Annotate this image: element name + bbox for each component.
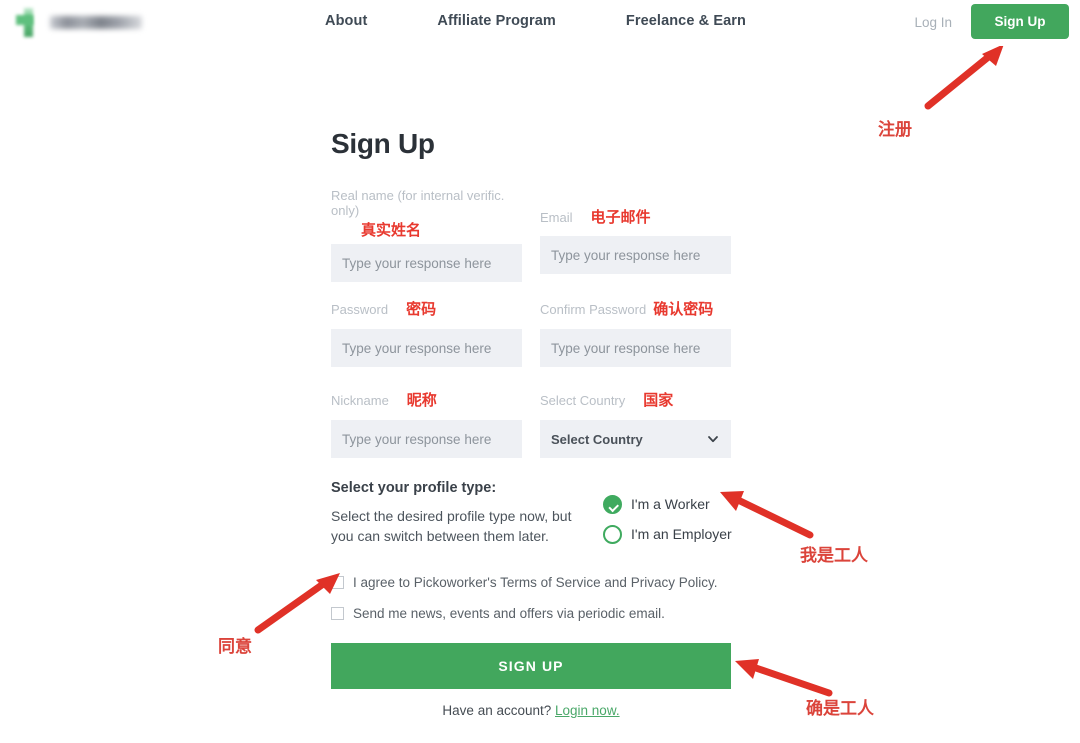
- email-label: Email: [540, 210, 573, 225]
- chevron-down-icon: [708, 436, 718, 443]
- site-header: About Affiliate Program Freelance & Earn…: [0, 0, 1080, 46]
- logo-wordmark-blurred: [50, 16, 142, 29]
- signup-button-top[interactable]: Sign Up: [971, 4, 1069, 39]
- nickname-label: Nickname: [331, 393, 389, 408]
- confirm-password-input[interactable]: [540, 329, 731, 367]
- profile-type-radio-group: I'm a Worker I'm an Employer: [603, 489, 732, 549]
- country-annotation-cn: 国家: [643, 391, 674, 409]
- form-row-3: Nickname 昵称 Select Country 国家 Select Cou…: [331, 389, 731, 464]
- logo-mark-icon: [14, 8, 44, 38]
- nickname-input[interactable]: [331, 420, 522, 458]
- terms-checkbox-label: I agree to Pickoworker's Terms of Servic…: [353, 574, 718, 590]
- field-real-name: Real name (for internal verific. only) 真…: [331, 188, 522, 282]
- real-name-annotation-cn: 真实姓名: [361, 221, 422, 239]
- site-logo[interactable]: [14, 8, 144, 38]
- terms-checkbox-box: [331, 575, 344, 589]
- real-name-label: Real name (for internal verific. only): [331, 188, 505, 218]
- password-label: Password: [331, 302, 389, 317]
- field-nickname: Nickname 昵称: [331, 389, 522, 458]
- confirm-password-annotation-cn: 确认密码: [653, 300, 714, 318]
- have-account-text: Have an account? Login now.: [331, 703, 731, 718]
- nickname-annotation-cn: 昵称: [406, 391, 437, 409]
- country-select[interactable]: Select Country: [540, 420, 731, 458]
- employer-radio[interactable]: I'm an Employer: [603, 519, 732, 549]
- nav-item-about[interactable]: About: [325, 13, 367, 29]
- annotation-worker-cn: 我是工人: [800, 546, 868, 566]
- signup-form: Sign Up Real name (for internal verific.…: [331, 128, 731, 480]
- worker-radio[interactable]: I'm a Worker: [603, 489, 732, 519]
- employer-radio-indicator: [603, 524, 622, 544]
- country-select-value: Select Country: [551, 431, 643, 447]
- newsletter-checkbox[interactable]: Send me news, events and offers via peri…: [331, 601, 751, 625]
- field-email: Email 电子邮件: [540, 206, 731, 274]
- annotation-confirm-worker-cn: 确是工人: [806, 699, 874, 719]
- login-now-link[interactable]: Login now.: [555, 703, 620, 718]
- field-country: Select Country 国家 Select Country: [540, 389, 731, 458]
- newsletter-checkbox-box: [331, 606, 344, 620]
- page-title: Sign Up: [331, 128, 435, 159]
- consent-checkbox-group: I agree to Pickoworker's Terms of Servic…: [331, 570, 751, 632]
- worker-radio-indicator: [603, 494, 622, 514]
- form-row-1: Real name (for internal verific. only) 真…: [331, 188, 731, 282]
- password-annotation-cn: 密码: [406, 300, 437, 318]
- real-name-input[interactable]: [331, 244, 522, 282]
- confirm-password-label: Confirm Password: [540, 302, 647, 317]
- login-link[interactable]: Log In: [914, 15, 952, 30]
- annotation-signup-cn: 注册: [878, 120, 912, 140]
- main-navigation: About Affiliate Program Freelance & Earn: [325, 13, 746, 29]
- password-input[interactable]: [331, 329, 522, 367]
- arrow-to-signup-top: [924, 44, 1004, 110]
- profile-type-section: Select your profile type: Select the des…: [331, 480, 741, 546]
- email-annotation-cn: 电子邮件: [590, 208, 651, 226]
- nav-item-affiliate-program[interactable]: Affiliate Program: [437, 13, 556, 29]
- field-confirm-password: Confirm Password 确认密码: [540, 298, 731, 367]
- field-password: Password 密码: [331, 298, 522, 367]
- employer-radio-label: I'm an Employer: [631, 526, 732, 542]
- nav-item-freelance-earn[interactable]: Freelance & Earn: [626, 13, 746, 29]
- worker-radio-label: I'm a Worker: [631, 496, 710, 512]
- signup-submit[interactable]: SIGN UP: [331, 643, 731, 689]
- form-row-2: Password 密码 Confirm Password 确认密码: [331, 298, 731, 373]
- country-label: Select Country: [540, 393, 626, 408]
- terms-checkbox[interactable]: I agree to Pickoworker's Terms of Servic…: [331, 570, 751, 594]
- newsletter-checkbox-label: Send me news, events and offers via peri…: [353, 605, 665, 621]
- email-input[interactable]: [540, 236, 731, 274]
- have-account-label: Have an account?: [442, 703, 552, 718]
- profile-type-description: Select the desired profile type now, but…: [331, 508, 572, 544]
- annotation-agree-cn: 同意: [218, 637, 252, 657]
